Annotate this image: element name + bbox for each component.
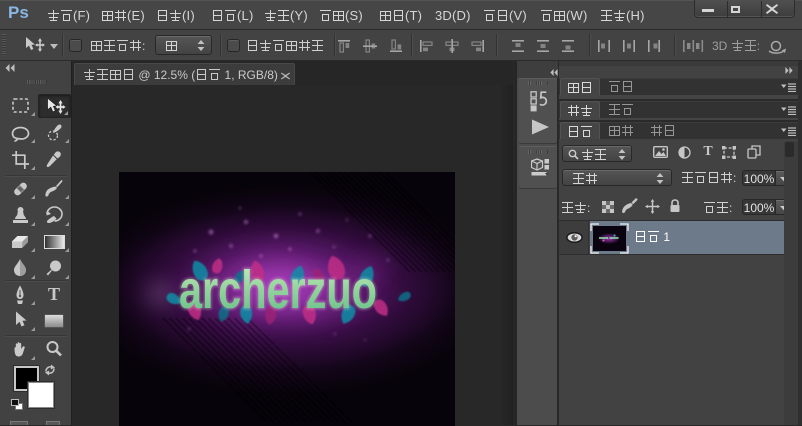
svg-text:archerzuo: archerzuo <box>179 260 377 320</box>
